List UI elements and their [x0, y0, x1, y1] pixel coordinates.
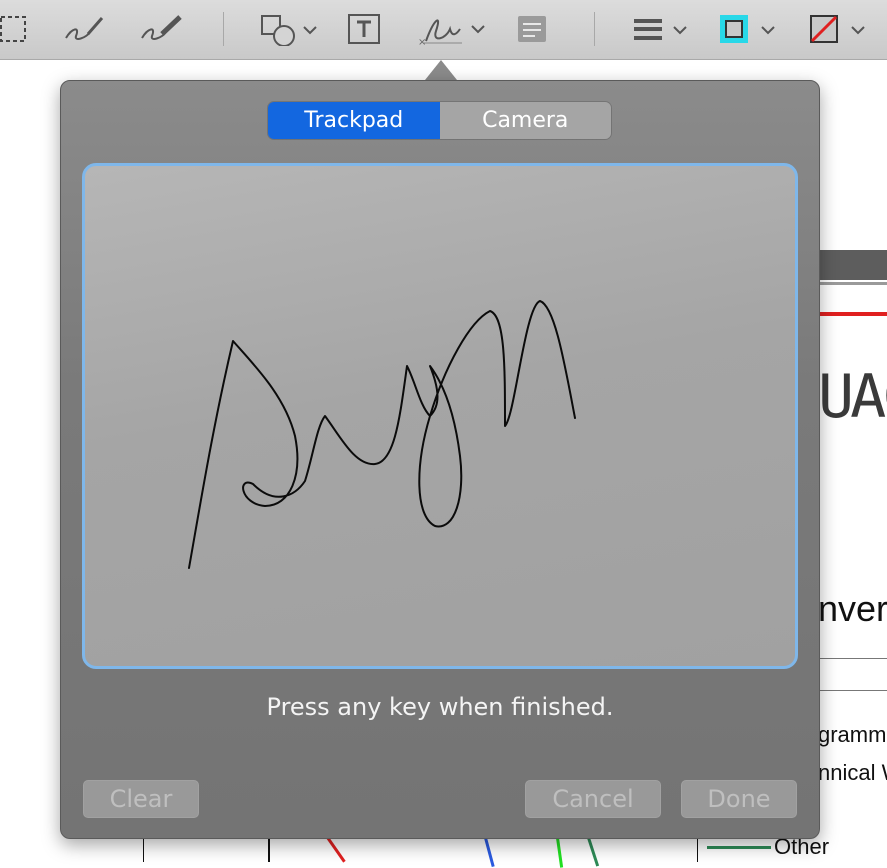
fill-color-icon[interactable] [808, 8, 870, 50]
svg-text:×: × [418, 37, 426, 47]
document-heading: nver [818, 588, 887, 629]
document-divider [818, 658, 887, 659]
chart-line-blue [484, 837, 495, 867]
signature-stroke [188, 300, 576, 569]
signature-popover: Trackpad Camera Press any key when finis… [60, 80, 820, 839]
toolbar-separator [223, 12, 224, 46]
border-color-icon[interactable] [718, 8, 780, 50]
legend-swatch [707, 846, 771, 849]
document-box-edge [268, 838, 270, 862]
chart-line-red [326, 836, 346, 863]
chart-line-darkgreen [587, 837, 600, 867]
clear-button[interactable]: Clear [83, 780, 199, 818]
document-divider [818, 690, 887, 691]
done-button[interactable]: Done [681, 780, 797, 818]
signature-icon[interactable]: × [416, 8, 490, 50]
document-large-text: UAC [818, 362, 887, 432]
document-box-edge [697, 838, 698, 862]
line-style-icon[interactable] [632, 8, 692, 50]
shapes-icon[interactable] [258, 8, 322, 50]
draw-icon[interactable] [138, 8, 186, 50]
document-box-edge [143, 838, 144, 862]
document-line: nnical W [818, 760, 887, 785]
text-box-icon[interactable] [346, 8, 382, 50]
tab-camera[interactable]: Camera [439, 102, 611, 139]
cancel-button[interactable]: Cancel [525, 780, 661, 818]
tab-trackpad[interactable]: Trackpad [268, 102, 440, 139]
popover-arrow [425, 60, 457, 80]
markup-toolbar: × [0, 0, 887, 60]
note-icon[interactable] [516, 8, 548, 50]
document-header-rule [818, 282, 887, 285]
toolbar-separator [594, 12, 595, 46]
sketch-icon[interactable] [62, 8, 106, 50]
capture-source-control: Trackpad Camera [268, 102, 611, 139]
selection-rect-icon[interactable] [0, 8, 28, 50]
chart-line-green [556, 837, 564, 868]
finish-hint: Press any key when finished. [266, 693, 614, 721]
document-header-band [818, 250, 887, 280]
document-red-rule [818, 312, 887, 316]
signature-drawing-area[interactable] [82, 163, 798, 669]
document-line: gramme [818, 722, 887, 747]
